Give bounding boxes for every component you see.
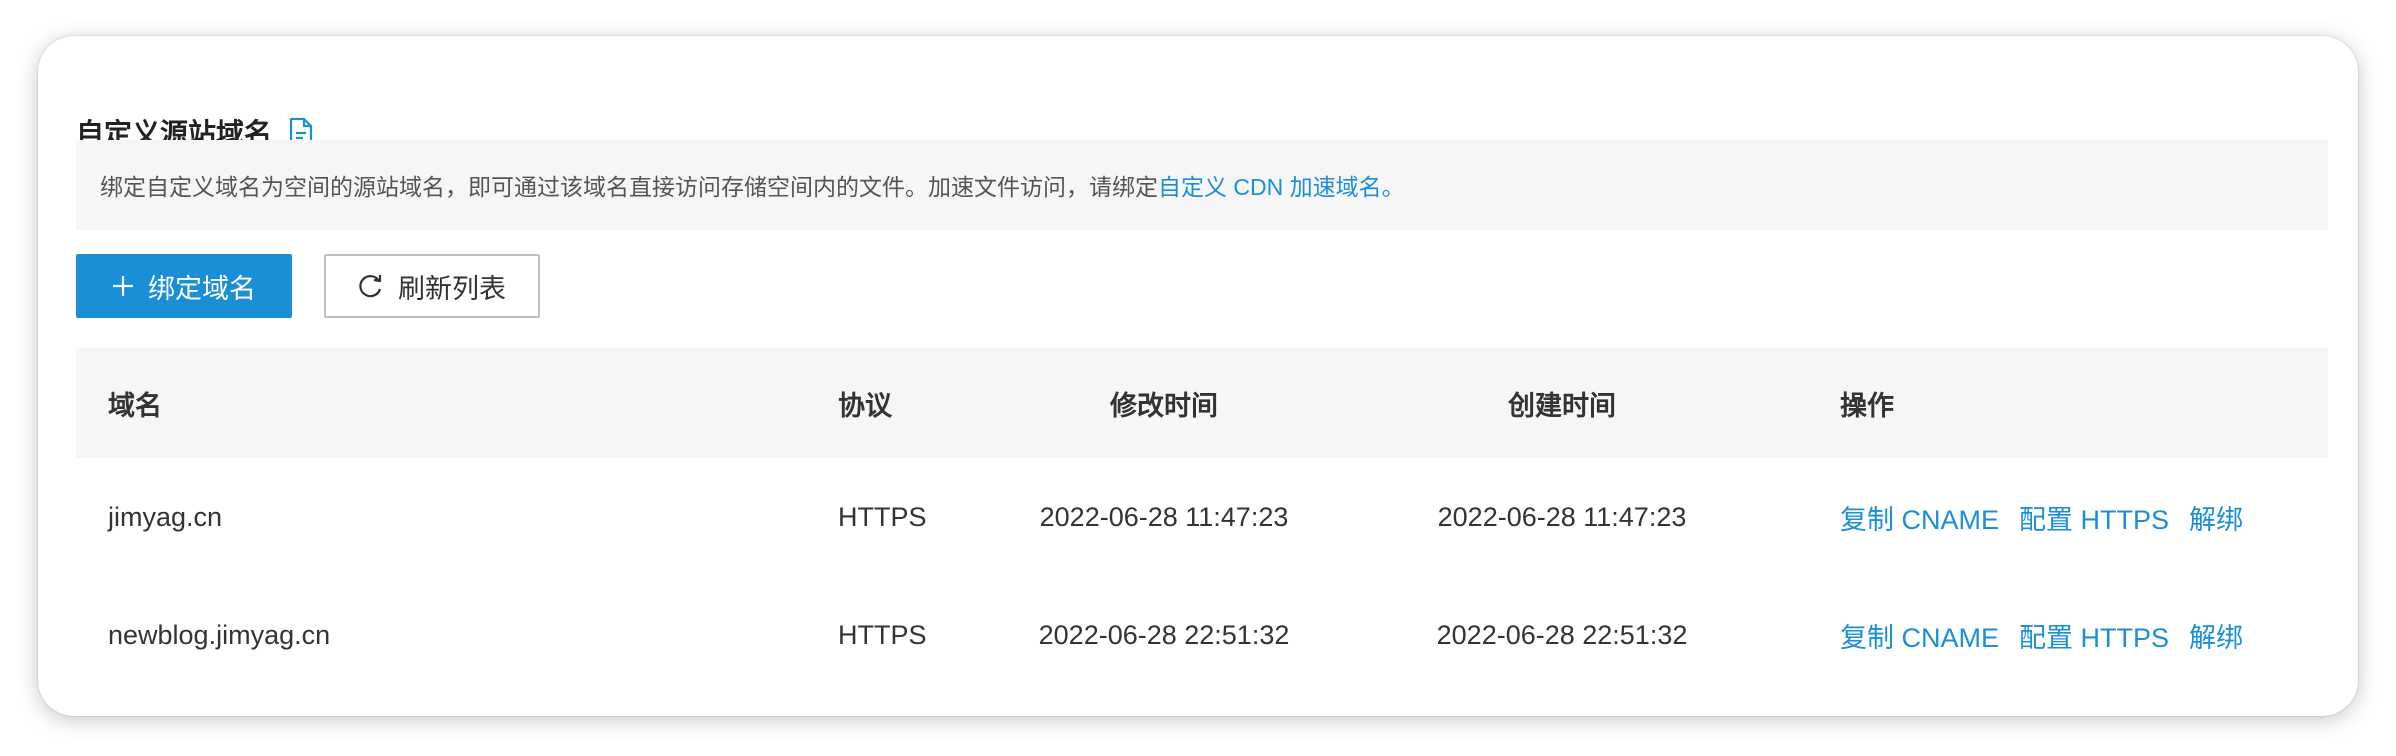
unbind-link[interactable]: 解绑 [2189, 616, 2243, 655]
table-header: 域名 协议 修改时间 创建时间 操作 [76, 348, 2328, 458]
notice-suffix: 。 [1381, 174, 1405, 200]
cdn-domain-link[interactable]: 自定义 CDN 加速域名 [1158, 168, 1382, 202]
row-actions: 复制 CNAME 配置 HTTPS 解绑 [1840, 576, 2263, 694]
row-domain: newblog.jimyag.cn [108, 619, 331, 650]
header-modified: 修改时间 [1110, 390, 1218, 421]
bind-domain-button[interactable]: 绑定域名 [76, 254, 292, 318]
copy-cname-link[interactable]: 复制 CNAME [1840, 498, 1999, 537]
configure-https-link[interactable]: 配置 HTTPS [2019, 616, 2169, 655]
configure-https-link[interactable]: 配置 HTTPS [2019, 498, 2169, 537]
row-modified: 2022-06-28 11:47:23 [1039, 501, 1289, 532]
header-protocol: 协议 [838, 390, 892, 421]
plus-icon [113, 276, 133, 296]
header-created: 创建时间 [1508, 390, 1616, 421]
header-actions: 操作 [1840, 390, 1894, 421]
domain-table: 域名 协议 修改时间 创建时间 操作 jimyag.cn HTTPS 2022-… [76, 348, 2328, 694]
row-modified: 2022-06-28 22:51:32 [1038, 619, 1290, 650]
row-protocol: HTTPS [838, 501, 927, 532]
refresh-icon [359, 275, 382, 298]
bind-domain-label: 绑定域名 [148, 273, 256, 304]
unbind-link[interactable]: 解绑 [2189, 498, 2243, 537]
refresh-list-button[interactable]: 刷新列表 [324, 254, 540, 318]
row-created: 2022-06-28 11:47:23 [1437, 501, 1687, 532]
header-domain: 域名 [108, 390, 162, 421]
refresh-list-label: 刷新列表 [398, 273, 506, 304]
table-row: jimyag.cn HTTPS 2022-06-28 11:47:23 2022… [76, 458, 2328, 576]
row-domain: jimyag.cn [108, 501, 223, 532]
row-actions: 复制 CNAME 配置 HTTPS 解绑 [1840, 458, 2263, 576]
notice-text: 绑定自定义域名为空间的源站域名，即可通过该域名直接访问存储空间内的文件。加速文件… [100, 174, 1158, 200]
row-protocol: HTTPS [838, 619, 927, 650]
info-notice: 绑定自定义域名为空间的源站域名，即可通过该域名直接访问存储空间内的文件。加速文件… [76, 140, 2328, 230]
row-created: 2022-06-28 22:51:32 [1436, 619, 1688, 650]
copy-cname-link[interactable]: 复制 CNAME [1840, 616, 1999, 655]
table-row: newblog.jimyag.cn HTTPS 2022-06-28 22:51… [76, 576, 2328, 694]
domain-card: 自定义源站域名 绑定自定义域名为空间的源站域名，即可通过该域名直接访问存储空间内… [38, 36, 2358, 716]
